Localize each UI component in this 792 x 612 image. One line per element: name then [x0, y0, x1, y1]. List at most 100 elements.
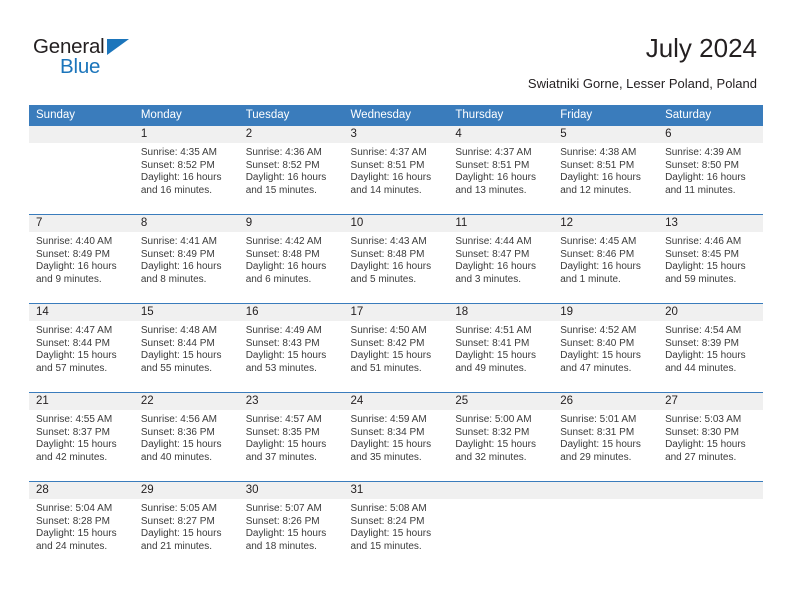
- generalblue-logo[interactable]: General Blue: [33, 36, 163, 82]
- calendar-day-cell[interactable]: 17 Sunrise: 4:50 AM Sunset: 8:42 PM Dayligh…: [343, 303, 449, 393]
- day-details: Sunrise: 4:37 AM Sunset: 8:51 PM Daylight:…: [344, 143, 449, 197]
- calendar-day-cell[interactable]: 1 Sunrise: 4:35 AM Sunset: 8:52 PM Daylight…: [133, 126, 239, 215]
- sunset-text: Sunset: 8:49 PM: [140, 248, 215, 260]
- sunset-text: Sunset: 8:42 PM: [350, 337, 425, 349]
- daylight-text-line2: and 5 minutes.: [350, 273, 417, 285]
- calendar-day-cell[interactable]: 19 Sunrise: 4:52 AM Sunset: 8:40 PM Dayligh…: [553, 303, 659, 393]
- daylight-text-line1: Daylight: 15 hours: [36, 439, 117, 451]
- daylight-text-line2: and 16 minutes.: [140, 184, 213, 196]
- day-number: 22: [133, 393, 239, 410]
- calendar-day-cell[interactable]: 30 Sunrise: 5:07 AM Sunset: 8:26 PM Dayligh…: [238, 481, 344, 570]
- daylight-text-line1: Daylight: 15 hours: [245, 528, 327, 540]
- sunrise-text: Sunrise: 4:39 AM: [665, 147, 742, 158]
- sunrise-text: Sunrise: 4:50 AM: [350, 325, 427, 336]
- calendar-day-cell[interactable]: 24 Sunrise: 4:59 AM Sunset: 8:34 PM Dayligh…: [343, 392, 449, 482]
- daylight-text-line1: Daylight: 16 hours: [560, 261, 641, 273]
- logo-text-blue: Blue: [60, 55, 101, 78]
- calendar-day-cell[interactable]: 10 Sunrise: 4:43 AM Sunset: 8:48 PM Dayligh…: [343, 214, 449, 304]
- calendar-day-cell[interactable]: [658, 481, 763, 570]
- day-number: 2: [238, 126, 344, 143]
- sunset-text: Sunset: 8:35 PM: [245, 426, 320, 438]
- calendar-day-cell[interactable]: 20 Sunrise: 4:54 AM Sunset: 8:39 PM Dayligh…: [658, 303, 763, 393]
- calendar-day-cell[interactable]: 29 Sunrise: 5:05 AM Sunset: 8:27 PM Dayligh…: [133, 481, 239, 570]
- calendar-day-cell[interactable]: 2 Sunrise: 4:36 AM Sunset: 8:52 PM Daylight…: [238, 126, 344, 215]
- daylight-text-line2: and 55 minutes.: [140, 362, 213, 374]
- calendar-day-cell[interactable]: 5 Sunrise: 4:38 AM Sunset: 8:51 PM Daylight…: [553, 126, 659, 215]
- calendar-day-cell[interactable]: 14 Sunrise: 4:47 AM Sunset: 8:44 PM Dayligh…: [29, 303, 134, 393]
- sunset-text: Sunset: 8:51 PM: [560, 159, 635, 171]
- daylight-text-line1: Daylight: 16 hours: [455, 172, 536, 184]
- calendar-day-cell[interactable]: 25 Sunrise: 5:00 AM Sunset: 8:32 PM Dayligh…: [448, 392, 554, 482]
- day-details: Sunrise: 4:43 AM Sunset: 8:48 PM Daylight:…: [344, 232, 449, 286]
- calendar-day-cell[interactable]: [553, 481, 659, 570]
- day-details: Sunrise: 4:51 AM Sunset: 8:41 PM Daylight:…: [448, 321, 553, 375]
- day-details: Sunrise: 4:42 AM Sunset: 8:48 PM Daylight:…: [239, 232, 344, 286]
- sunset-text: Sunset: 8:50 PM: [665, 159, 739, 171]
- sunset-text: Sunset: 8:44 PM: [36, 337, 110, 349]
- weekday-header-monday: Monday: [133, 105, 239, 126]
- daylight-text-line1: Daylight: 15 hours: [350, 350, 432, 362]
- calendar-day-cell[interactable]: 28 Sunrise: 5:04 AM Sunset: 8:28 PM Dayligh…: [29, 481, 134, 570]
- calendar-day-cell[interactable]: 11 Sunrise: 4:44 AM Sunset: 8:47 PM Dayligh…: [448, 214, 554, 304]
- day-number: [29, 126, 134, 143]
- calendar-day-cell[interactable]: 31 Sunrise: 5:08 AM Sunset: 8:24 PM Dayligh…: [343, 481, 449, 570]
- calendar-day-cell[interactable]: 6 Sunrise: 4:39 AM Sunset: 8:50 PM Daylight…: [658, 126, 763, 215]
- calendar-day-cell[interactable]: 13 Sunrise: 4:46 AM Sunset: 8:45 PM Dayligh…: [658, 214, 763, 304]
- day-number: [553, 482, 659, 499]
- calendar-day-cell[interactable]: 15 Sunrise: 4:48 AM Sunset: 8:44 PM Dayligh…: [133, 303, 239, 393]
- daylight-text-line1: Daylight: 16 hours: [245, 261, 327, 273]
- calendar-week-row: 14 Sunrise: 4:47 AM Sunset: 8:44 PM Dayligh…: [29, 303, 763, 393]
- day-number: 17: [343, 304, 449, 321]
- daylight-text-line2: and 8 minutes.: [140, 273, 207, 285]
- calendar-day-cell[interactable]: 9 Sunrise: 4:42 AM Sunset: 8:48 PM Daylight…: [238, 214, 344, 304]
- calendar-day-cell[interactable]: 8 Sunrise: 4:41 AM Sunset: 8:49 PM Daylight…: [133, 214, 239, 304]
- calendar-day-cell[interactable]: [448, 481, 554, 570]
- calendar-day-cell[interactable]: 18 Sunrise: 4:51 AM Sunset: 8:41 PM Dayligh…: [448, 303, 554, 393]
- daylight-text-line2: and 35 minutes.: [350, 451, 422, 463]
- day-details: Sunrise: 4:46 AM Sunset: 8:45 PM Daylight:…: [658, 232, 763, 286]
- sunset-text: Sunset: 8:52 PM: [140, 159, 215, 171]
- calendar-week-row: 7 Sunrise: 4:40 AM Sunset: 8:49 PM Daylight…: [29, 214, 763, 304]
- daylight-text-line1: Daylight: 16 hours: [140, 261, 222, 273]
- sunset-text: Sunset: 8:40 PM: [560, 337, 635, 349]
- calendar-day-cell[interactable]: 3 Sunrise: 4:37 AM Sunset: 8:51 PM Daylight…: [343, 126, 449, 215]
- calendar-day-cell[interactable]: 27 Sunrise: 5:03 AM Sunset: 8:30 PM Dayligh…: [658, 392, 763, 482]
- daylight-text-line1: Daylight: 15 hours: [350, 528, 432, 540]
- daylight-text-line1: Daylight: 16 hours: [350, 261, 432, 273]
- calendar-day-cell[interactable]: 4 Sunrise: 4:37 AM Sunset: 8:51 PM Daylight…: [448, 126, 554, 215]
- day-number: 14: [29, 304, 134, 321]
- calendar-day-cell[interactable]: [29, 126, 134, 215]
- sunrise-text: Sunrise: 4:44 AM: [455, 236, 532, 247]
- daylight-text-line1: Daylight: 16 hours: [665, 172, 746, 184]
- calendar-day-cell[interactable]: 23 Sunrise: 4:57 AM Sunset: 8:35 PM Dayligh…: [238, 392, 344, 482]
- calendar-day-cell[interactable]: 21 Sunrise: 4:55 AM Sunset: 8:37 PM Dayligh…: [29, 392, 134, 482]
- logo-triangle-icon: [107, 39, 129, 55]
- calendar-day-cell[interactable]: 26 Sunrise: 5:01 AM Sunset: 8:31 PM Dayligh…: [553, 392, 659, 482]
- daylight-text-line2: and 51 minutes.: [350, 362, 422, 374]
- calendar-day-cell[interactable]: 12 Sunrise: 4:45 AM Sunset: 8:46 PM Dayligh…: [553, 214, 659, 304]
- day-number: 18: [448, 304, 554, 321]
- sunrise-text: Sunrise: 4:37 AM: [350, 147, 427, 158]
- daylight-text-line1: Daylight: 15 hours: [560, 439, 641, 451]
- daylight-text-line2: and 6 minutes.: [245, 273, 312, 285]
- sunrise-text: Sunrise: 4:55 AM: [36, 414, 113, 425]
- day-details: Sunrise: 5:07 AM Sunset: 8:26 PM Daylight:…: [239, 499, 344, 553]
- sunrise-text: Sunrise: 5:03 AM: [665, 414, 742, 425]
- day-number: 12: [553, 215, 659, 232]
- sunset-text: Sunset: 8:48 PM: [245, 248, 320, 260]
- day-details: Sunrise: 4:47 AM Sunset: 8:44 PM Daylight:…: [29, 321, 134, 375]
- daylight-text-line2: and 47 minutes.: [560, 362, 632, 374]
- day-number: 27: [658, 393, 763, 410]
- daylight-text-line1: Daylight: 16 hours: [560, 172, 641, 184]
- calendar-day-cell[interactable]: 16 Sunrise: 4:49 AM Sunset: 8:43 PM Dayligh…: [238, 303, 344, 393]
- day-details: Sunrise: 5:08 AM Sunset: 8:24 PM Daylight:…: [344, 499, 449, 553]
- sunrise-text: Sunrise: 4:40 AM: [36, 236, 113, 247]
- day-details: Sunrise: 4:37 AM Sunset: 8:51 PM Daylight:…: [448, 143, 553, 197]
- day-number: 10: [343, 215, 449, 232]
- day-number: 15: [133, 304, 239, 321]
- daylight-text-line1: Daylight: 15 hours: [36, 350, 117, 362]
- calendar-day-cell[interactable]: 7 Sunrise: 4:40 AM Sunset: 8:49 PM Daylight…: [29, 214, 134, 304]
- daylight-text-line1: Daylight: 15 hours: [455, 439, 536, 451]
- sunrise-text: Sunrise: 4:56 AM: [140, 414, 217, 425]
- calendar-day-cell[interactable]: 22 Sunrise: 4:56 AM Sunset: 8:36 PM Dayligh…: [133, 392, 239, 482]
